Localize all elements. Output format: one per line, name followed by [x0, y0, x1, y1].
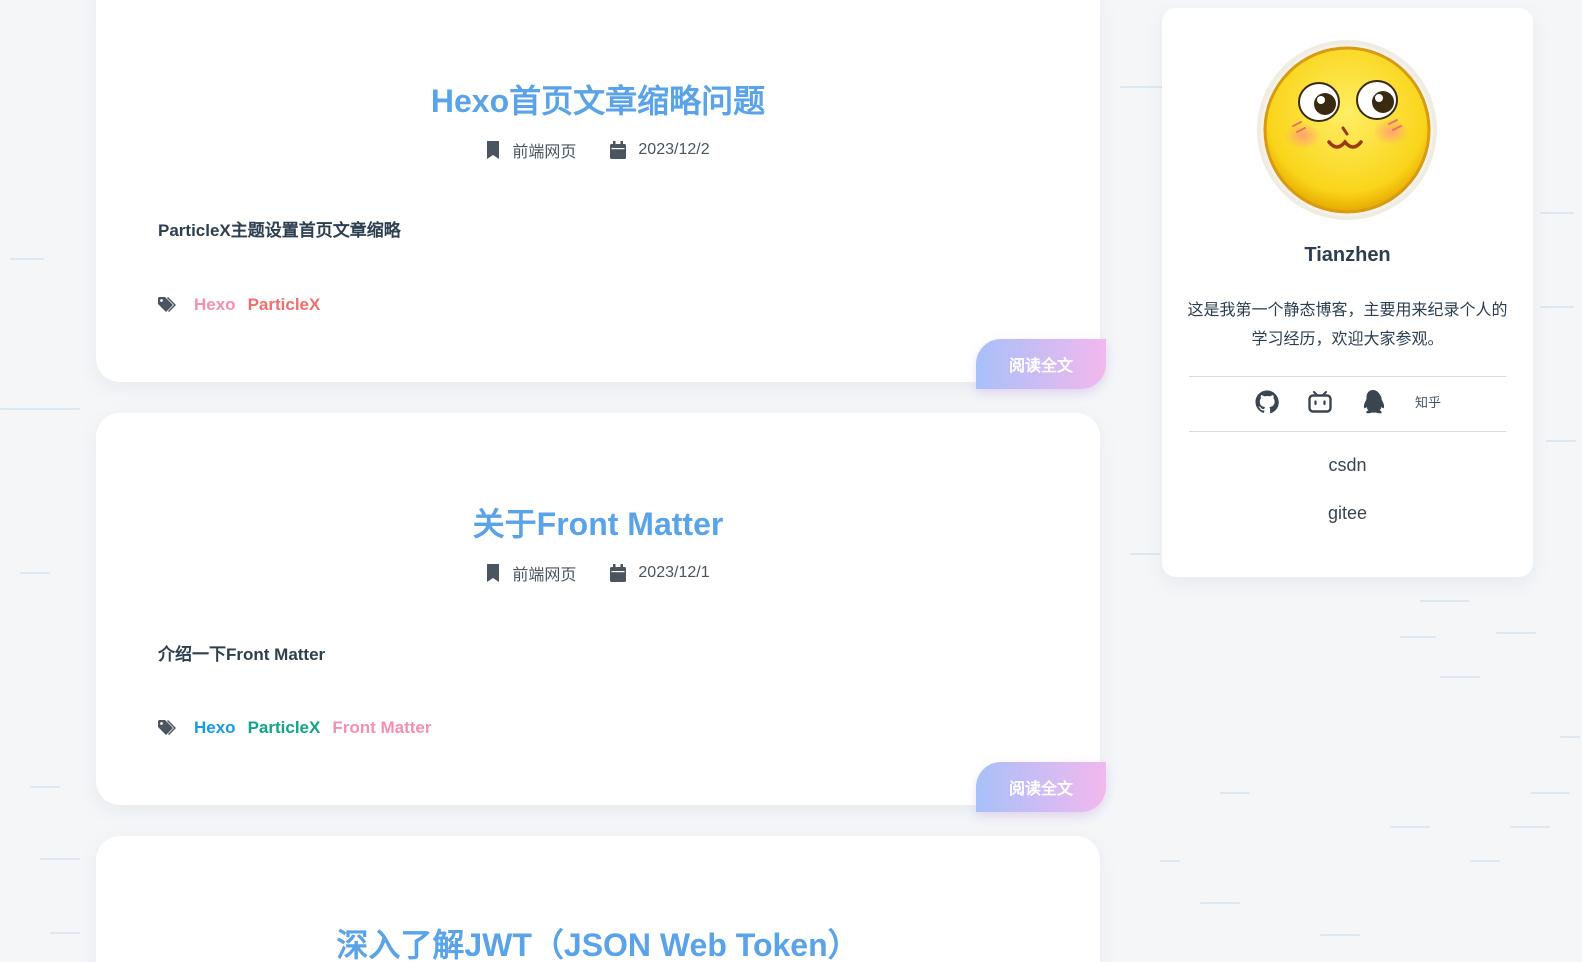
calendar-icon [610, 564, 627, 582]
tag-icon [158, 720, 182, 736]
post-excerpt: 介绍一下Front Matter [158, 645, 326, 664]
tag-link[interactable]: ParticleX [248, 718, 321, 738]
profile-bio: 这是我第一个静态博客，主要用来纪录个人的学习经历，欢迎大家参观。 [1187, 302, 1508, 348]
post-category[interactable]: 前端网页 [512, 561, 576, 585]
post-card: 关于Front Matter 前端网页 2023/12/1 介绍一下Front … [96, 413, 1106, 812]
read-more-button[interactable]: 阅读全文 [976, 339, 1106, 389]
post-tags: Hexo ParticleX [158, 295, 320, 315]
emoji-face-icon [1263, 46, 1431, 214]
post-meta: 前端网页 2023/12/1 [96, 561, 1100, 585]
tag-link[interactable]: Hexo [194, 718, 236, 738]
divider [1189, 376, 1506, 377]
gitee-link[interactable]: gitee [1162, 503, 1533, 524]
post-date: 2023/12/2 [638, 141, 710, 158]
post-tags: Hexo ParticleX Front Matter [158, 718, 432, 738]
tag-link[interactable]: Front Matter [332, 718, 431, 738]
github-icon[interactable] [1254, 388, 1281, 415]
tag-icon [158, 297, 182, 313]
post-excerpt: ParticleX主题设置首页文章缩略 [158, 221, 401, 240]
post-title[interactable]: Hexo首页文章缩略问题 [96, 76, 1100, 122]
post-card: Hexo首页文章缩略问题 前端网页 2023/12/2 ParticleX主题设… [96, 0, 1106, 389]
post-category[interactable]: 前端网页 [512, 138, 576, 162]
bookmark-icon [486, 564, 500, 582]
bookmark-icon [486, 141, 500, 159]
qq-icon[interactable] [1360, 388, 1387, 415]
post-title[interactable]: 深入了解JWT（JSON Web Token） [96, 920, 1100, 962]
social-links: 知乎 [1162, 388, 1533, 415]
post-meta: 前端网页 2023/12/2 [96, 138, 1100, 162]
zhihu-link[interactable]: 知乎 [1415, 392, 1441, 411]
divider [1189, 431, 1506, 432]
bilibili-icon[interactable] [1307, 388, 1334, 415]
read-more-button[interactable]: 阅读全文 [976, 762, 1106, 812]
profile-name: Tianzhen [1304, 244, 1391, 266]
avatar [1257, 40, 1437, 220]
post-card: 深入了解JWT（JSON Web Token） [96, 836, 1100, 962]
tag-link[interactable]: ParticleX [248, 295, 321, 315]
tag-link[interactable]: Hexo [194, 295, 236, 315]
post-date: 2023/12/1 [638, 564, 710, 581]
csdn-link[interactable]: csdn [1162, 455, 1533, 476]
post-title[interactable]: 关于Front Matter [96, 499, 1100, 545]
calendar-icon [610, 141, 627, 159]
profile-sidebar: Tianzhen 这是我第一个静态博客，主要用来纪录个人的学习经历，欢迎大家参观… [1162, 8, 1533, 577]
